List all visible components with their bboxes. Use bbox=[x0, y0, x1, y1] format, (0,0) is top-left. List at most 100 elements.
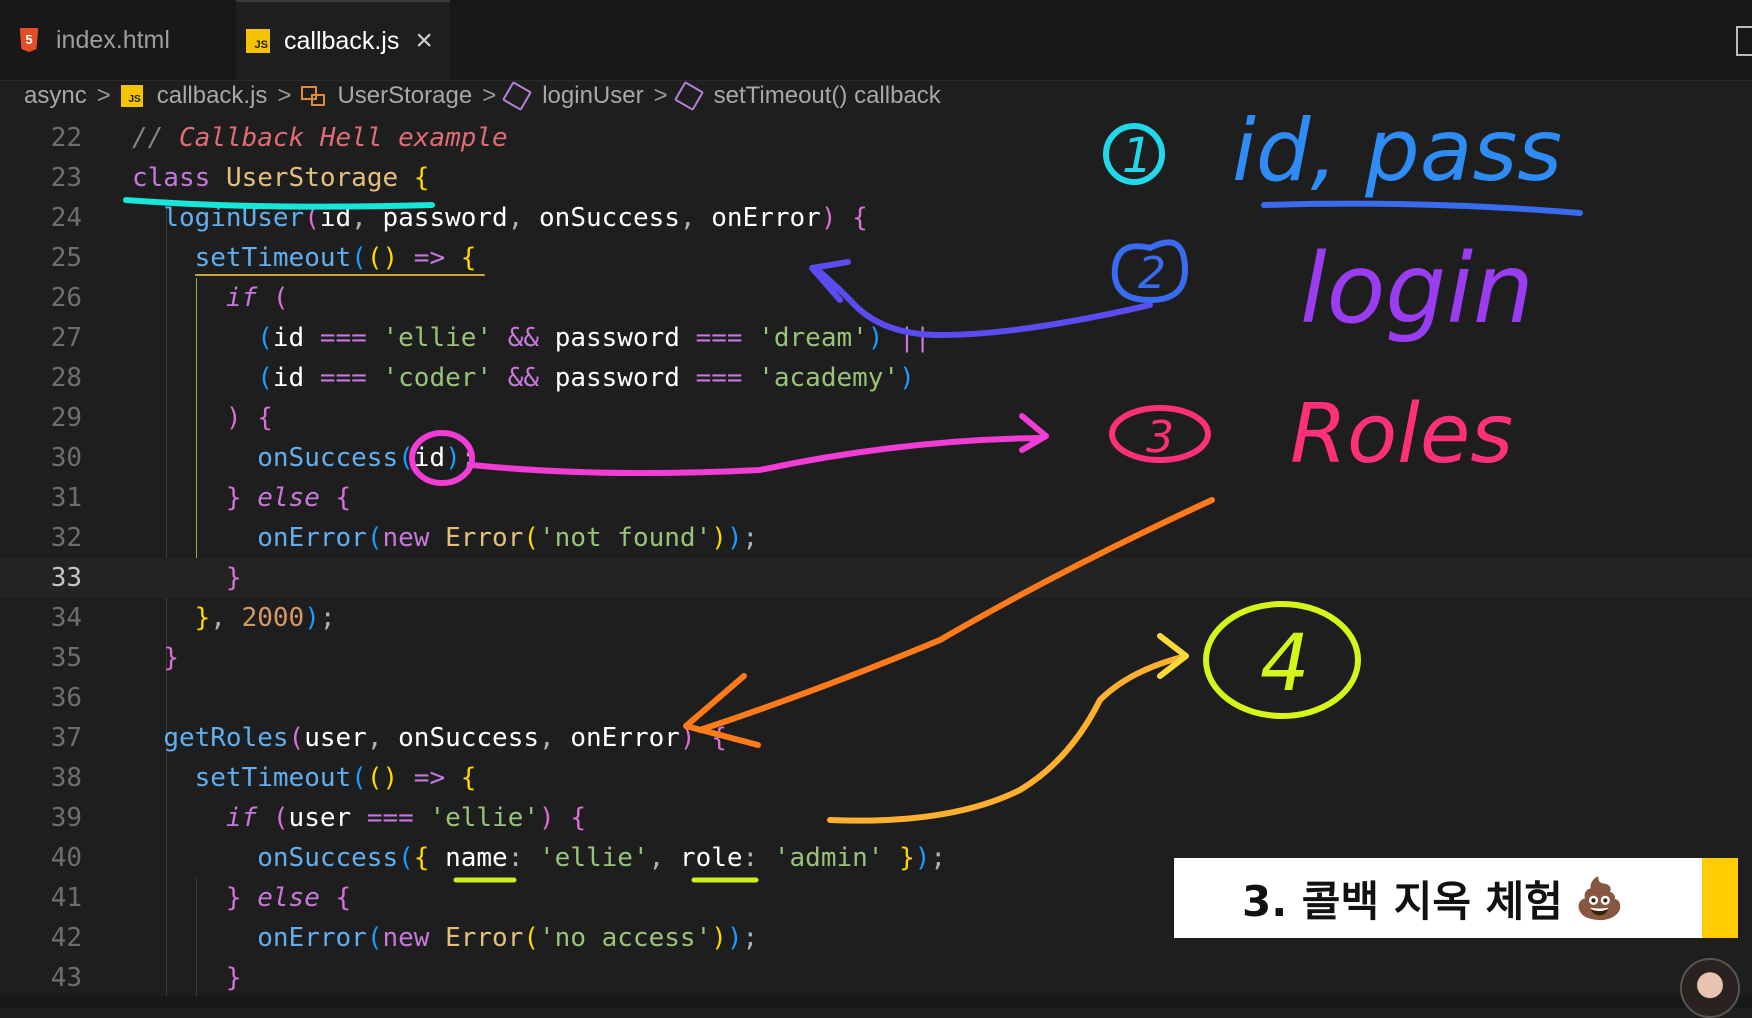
function-token: setTimeout bbox=[194, 763, 352, 793]
code-text: (id === 'ellie' && password === 'dream')… bbox=[257, 323, 931, 353]
variable-token: password bbox=[554, 323, 680, 353]
string-token: 'not found' bbox=[539, 523, 712, 553]
code-line[interactable]: 26 if ( bbox=[0, 278, 1752, 318]
line-number: 39 bbox=[50, 803, 82, 833]
line-number: 31 bbox=[50, 483, 82, 513]
code-line[interactable]: 30 onSuccess(id); bbox=[0, 438, 1752, 478]
function-token: onError bbox=[257, 523, 367, 553]
code-line[interactable]: 36 bbox=[0, 678, 1752, 718]
class-name-token: UserStorage bbox=[225, 163, 399, 193]
chevron-right-icon: > bbox=[482, 82, 497, 109]
line-number: 37 bbox=[50, 723, 82, 753]
operator-token: === bbox=[695, 363, 743, 393]
variable-token: id bbox=[413, 443, 446, 473]
code-text: onSuccess(id); bbox=[257, 443, 477, 473]
code-line[interactable]: 23 class UserStorage { bbox=[0, 158, 1752, 198]
line-number: 28 bbox=[50, 363, 82, 393]
keyword-token: class bbox=[132, 163, 211, 193]
param-token: user bbox=[304, 723, 367, 753]
tab-label: callback.js bbox=[284, 26, 400, 55]
line-number: 23 bbox=[50, 163, 82, 193]
code-text: ) { bbox=[225, 403, 273, 433]
breadcrumb-folder[interactable]: async bbox=[24, 82, 87, 110]
operator-token: => bbox=[413, 243, 446, 273]
code-line[interactable]: 32 onError(new Error('not found')); bbox=[0, 518, 1752, 558]
code-line[interactable]: 24 loginUser(id, password, onSuccess, on… bbox=[0, 198, 1752, 238]
function-token: setTimeout bbox=[194, 243, 352, 273]
code-line[interactable]: 31 } else { bbox=[0, 478, 1752, 518]
operator-token: || bbox=[899, 323, 931, 353]
breadcrumb-callback[interactable]: setTimeout() callback bbox=[714, 82, 941, 110]
close-icon[interactable]: × bbox=[415, 26, 433, 56]
caption-accent-bar bbox=[1702, 858, 1738, 938]
code-text: }, 2000); bbox=[194, 603, 336, 633]
code-text: onError(new Error('no access')); bbox=[257, 923, 759, 953]
code-line[interactable]: 22 // Callback Hell example bbox=[0, 118, 1752, 158]
variable-token: password bbox=[554, 363, 680, 393]
code-line[interactable]: 39 if (user === 'ellie') { bbox=[0, 798, 1752, 838]
code-line[interactable]: 35 } bbox=[0, 638, 1752, 678]
chevron-right-icon: > bbox=[653, 82, 668, 109]
code-text: class UserStorage { bbox=[132, 163, 430, 193]
code-line[interactable]: 37 getRoles(user, onSuccess, onError) { bbox=[0, 718, 1752, 758]
line-number: 35 bbox=[50, 643, 82, 673]
breadcrumb-file[interactable]: callback.js bbox=[157, 82, 268, 110]
js-file-icon: JS bbox=[120, 85, 143, 107]
tab-index-html[interactable]: 5 index.html bbox=[18, 0, 238, 80]
split-editor-icon[interactable] bbox=[1736, 26, 1752, 56]
variable-token: user bbox=[288, 803, 352, 833]
code-line[interactable]: 43 } bbox=[0, 958, 1752, 998]
code-line[interactable]: 38 setTimeout(() => { bbox=[0, 758, 1752, 798]
chevron-right-icon: > bbox=[96, 82, 111, 109]
code-text: if (user === 'ellie') { bbox=[225, 803, 586, 833]
tab-label: index.html bbox=[56, 25, 170, 54]
poop-emoji-icon: 💩 bbox=[1574, 876, 1625, 921]
code-text: onSuccess({ name: 'ellie', role: 'admin'… bbox=[257, 843, 947, 873]
function-token: getRoles bbox=[163, 723, 289, 753]
comment-token: // bbox=[132, 123, 164, 153]
code-line[interactable]: 25 setTimeout(() => { bbox=[0, 238, 1752, 278]
string-token: 'admin' bbox=[773, 843, 884, 873]
code-text: setTimeout(() => { bbox=[194, 763, 477, 793]
code-text: setTimeout(() => { bbox=[194, 243, 477, 273]
variable-token: id bbox=[272, 323, 305, 353]
tab-callback-js[interactable]: JS callback.js × bbox=[236, 0, 450, 80]
code-text: } else { bbox=[225, 483, 352, 513]
code-line[interactable]: 28 (id === 'coder' && password === 'acad… bbox=[0, 358, 1752, 398]
code-line[interactable]: 34 }, 2000); bbox=[0, 598, 1752, 638]
code-text: getRoles(user, onSuccess, onError) { bbox=[163, 723, 727, 753]
line-number: 30 bbox=[50, 443, 82, 473]
breadcrumb-class[interactable]: UserStorage bbox=[337, 82, 472, 110]
operator-token: && bbox=[507, 363, 540, 393]
line-number: 22 bbox=[50, 123, 82, 153]
operator-token: === bbox=[319, 323, 367, 353]
keyword-token: else bbox=[257, 883, 320, 913]
breadcrumb-method[interactable]: loginUser bbox=[542, 82, 643, 110]
operator-token: === bbox=[695, 323, 743, 353]
property-token: name bbox=[445, 843, 508, 873]
string-token: 'ellie' bbox=[429, 803, 540, 833]
caption-text: 3. 콜백 지옥 체험 bbox=[1242, 876, 1563, 926]
param-token: onError bbox=[570, 723, 680, 753]
operator-token: === bbox=[319, 363, 367, 393]
editor-tab-bar: 5 index.html JS callback.js × bbox=[0, 0, 1752, 81]
presenter-avatar bbox=[1680, 958, 1740, 1018]
js-file-icon: JS bbox=[246, 29, 270, 53]
function-token: onSuccess bbox=[257, 443, 399, 473]
comment-token: Callback Hell example bbox=[178, 123, 508, 153]
code-text: (id === 'coder' && password === 'academy… bbox=[257, 363, 915, 393]
code-text: } bbox=[225, 563, 242, 593]
video-caption: 3. 콜백 지옥 체험 💩 bbox=[1174, 858, 1738, 938]
html5-icon: 5 bbox=[19, 28, 39, 52]
string-token: 'ellie' bbox=[539, 843, 649, 873]
breadcrumb: async > JS callback.js > UserStorage > l… bbox=[24, 78, 941, 114]
param-token: onSuccess bbox=[398, 723, 540, 753]
string-token: 'academy' bbox=[758, 363, 900, 393]
code-line[interactable]: 29 ) { bbox=[0, 398, 1752, 438]
variable-token: id bbox=[272, 363, 305, 393]
line-number: 41 bbox=[50, 883, 82, 913]
line-number: 24 bbox=[50, 203, 82, 233]
function-token: loginUser bbox=[163, 203, 305, 233]
code-line-current[interactable]: 33 } bbox=[0, 558, 1752, 598]
code-line[interactable]: 27 (id === 'ellie' && password === 'drea… bbox=[0, 318, 1752, 358]
